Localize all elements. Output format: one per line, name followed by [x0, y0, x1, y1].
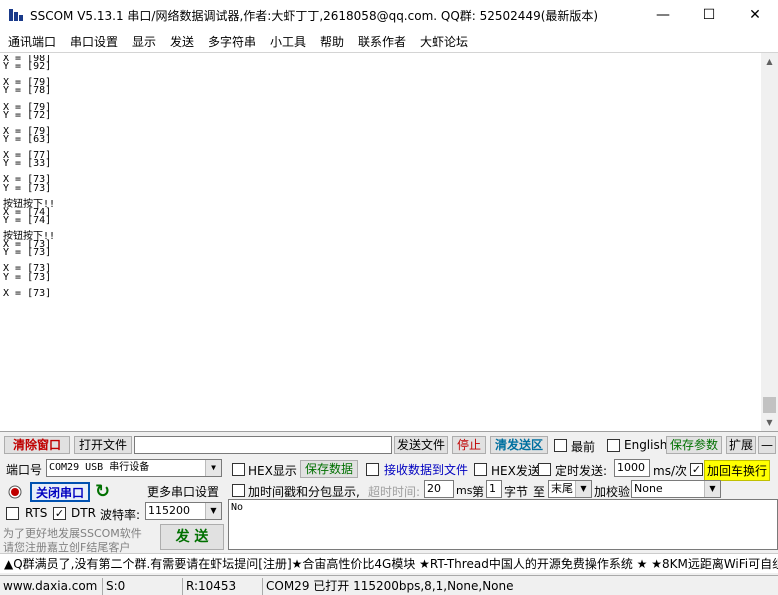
hex-display-label: HEX显示 [248, 464, 297, 478]
byte-label: 字节 [504, 485, 529, 499]
menu-comm-port[interactable]: 通讯端口 [8, 33, 56, 50]
hex-display-checkbox[interactable] [232, 463, 245, 476]
scroll-up-icon[interactable]: ▲ [761, 53, 778, 70]
timestamp-label: 加时间戳和分包显示, [248, 485, 360, 499]
dtr-label: DTR [71, 506, 96, 520]
timeout-label: 超时时间: [368, 485, 421, 499]
baud-label: 波特率: [100, 508, 141, 522]
timeout-unit: ms [456, 484, 473, 497]
baud-select[interactable]: 115200 ▼ [145, 502, 222, 520]
close-button[interactable]: ✕ [732, 0, 778, 30]
to-value: 末尾 [551, 482, 573, 495]
timed-send-checkbox[interactable] [538, 463, 551, 476]
save-params-button[interactable]: 保存参数 [666, 436, 722, 454]
english-checkbox[interactable] [607, 439, 620, 452]
menu-display[interactable]: 显示 [132, 33, 156, 50]
receive-panel[interactable]: X = [98] Y = [92] X = [79] Y = [78] X = … [0, 52, 778, 432]
expand-button[interactable]: 扩展 [726, 436, 756, 454]
english-label: English [624, 438, 668, 452]
website-link[interactable]: www.daxia.com [0, 578, 97, 595]
sscom-app-icon [9, 9, 23, 21]
add-crlf-checkbox[interactable]: ✓ [690, 463, 703, 476]
clear-window-button[interactable]: 清除窗口 [4, 436, 70, 454]
vertical-scrollbar[interactable]: ▲ ▼ [761, 53, 778, 431]
chevron-down-icon[interactable]: ▼ [575, 481, 591, 497]
maximize-button[interactable]: ☐ [686, 0, 732, 30]
to-label: 至 [533, 485, 546, 499]
to-select[interactable]: 末尾 ▼ [548, 480, 592, 498]
port-select[interactable]: COM29 USB 串行设备 ▼ [46, 459, 222, 477]
status-bar: www.daxia.com S:0 R:10453 COM29 已打开 1152… [0, 575, 778, 595]
baud-value: 115200 [148, 504, 190, 517]
port-value: COM29 USB 串行设备 [49, 462, 150, 473]
stop-button[interactable]: 停止 [452, 436, 486, 454]
minimize-button[interactable]: — [640, 0, 686, 30]
checksum-select[interactable]: None ▼ [631, 480, 721, 498]
nth-label: 第 [472, 485, 485, 499]
nth-byte-input[interactable]: 1 [486, 480, 502, 498]
timeout-input[interactable]: 20 [424, 480, 454, 498]
refresh-icon[interactable]: ↻ [95, 481, 110, 502]
timed-send-label: 定时发送: [555, 464, 608, 478]
scroll-thumb[interactable] [763, 397, 776, 413]
send-button[interactable]: 发 送 [160, 524, 224, 550]
port-status-icon [8, 485, 22, 499]
topmost-checkbox[interactable] [554, 439, 567, 452]
send-text-area[interactable]: No [228, 499, 778, 550]
recv-to-file-checkbox[interactable] [366, 463, 379, 476]
sent-count: S:0 [102, 578, 182, 595]
chevron-down-icon[interactable]: ▼ [205, 460, 221, 476]
menu-help[interactable]: 帮助 [320, 33, 344, 50]
receive-text[interactable]: X = [98] Y = [92] X = [79] Y = [78] X = … [3, 55, 753, 429]
open-file-button[interactable]: 打开文件 [74, 436, 132, 454]
hex-send-checkbox[interactable] [474, 463, 487, 476]
menu-tools[interactable]: 小工具 [270, 33, 306, 50]
menu-send[interactable]: 发送 [170, 33, 194, 50]
checksum-value: None [634, 482, 663, 495]
chevron-down-icon[interactable]: ▼ [704, 481, 720, 497]
dtr-checkbox[interactable]: ✓ [53, 507, 66, 520]
add-crlf-label[interactable]: 加回车换行 [704, 460, 771, 481]
menu-multi-string[interactable]: 多字符串 [208, 33, 256, 50]
port-label: 端口号 [6, 463, 43, 477]
menu-contact-author[interactable]: 联系作者 [358, 33, 406, 50]
clear-send-button[interactable]: 清发送区 [490, 436, 548, 454]
news-ticker[interactable]: ▲Q群满员了,没有第二个群.有需要请在虾坛提问[注册]★合宙高性价比4G模块 ★… [0, 553, 778, 573]
port-status-text: COM29 已打开 115200bps,8,1,None,None [262, 578, 778, 595]
collapse-button[interactable]: — [758, 436, 776, 454]
interval-input[interactable]: 1000 [614, 459, 650, 477]
timestamp-checkbox[interactable] [232, 484, 245, 497]
checksum-label: 加校验 [594, 485, 631, 499]
recv-to-file-button[interactable]: 接收数据到文件 [384, 461, 468, 478]
save-data-button[interactable]: 保存数据 [300, 460, 358, 478]
hex-send-label: HEX发送 [491, 464, 540, 478]
scroll-down-icon[interactable]: ▼ [761, 414, 778, 431]
window-title: SSCOM V5.13.1 串口/网络数据调试器,作者:大虾丁丁,2618058… [30, 9, 599, 23]
more-serial-settings-link[interactable]: 更多串口设置 [147, 483, 219, 500]
send-file-button[interactable]: 发送文件 [394, 436, 448, 454]
close-port-button[interactable]: 关闭串口 [30, 482, 90, 502]
rts-checkbox[interactable] [6, 507, 19, 520]
interval-unit: ms/次 [653, 464, 687, 478]
rts-label: RTS [25, 506, 48, 520]
topmost-label: 最前 [571, 440, 596, 454]
menu-serial-settings[interactable]: 串口设置 [70, 33, 118, 50]
file-path-input[interactable] [134, 436, 392, 454]
chevron-down-icon[interactable]: ▼ [205, 503, 221, 519]
menu-forum[interactable]: 大虾论坛 [420, 33, 468, 50]
received-count: R:10453 [182, 578, 262, 595]
